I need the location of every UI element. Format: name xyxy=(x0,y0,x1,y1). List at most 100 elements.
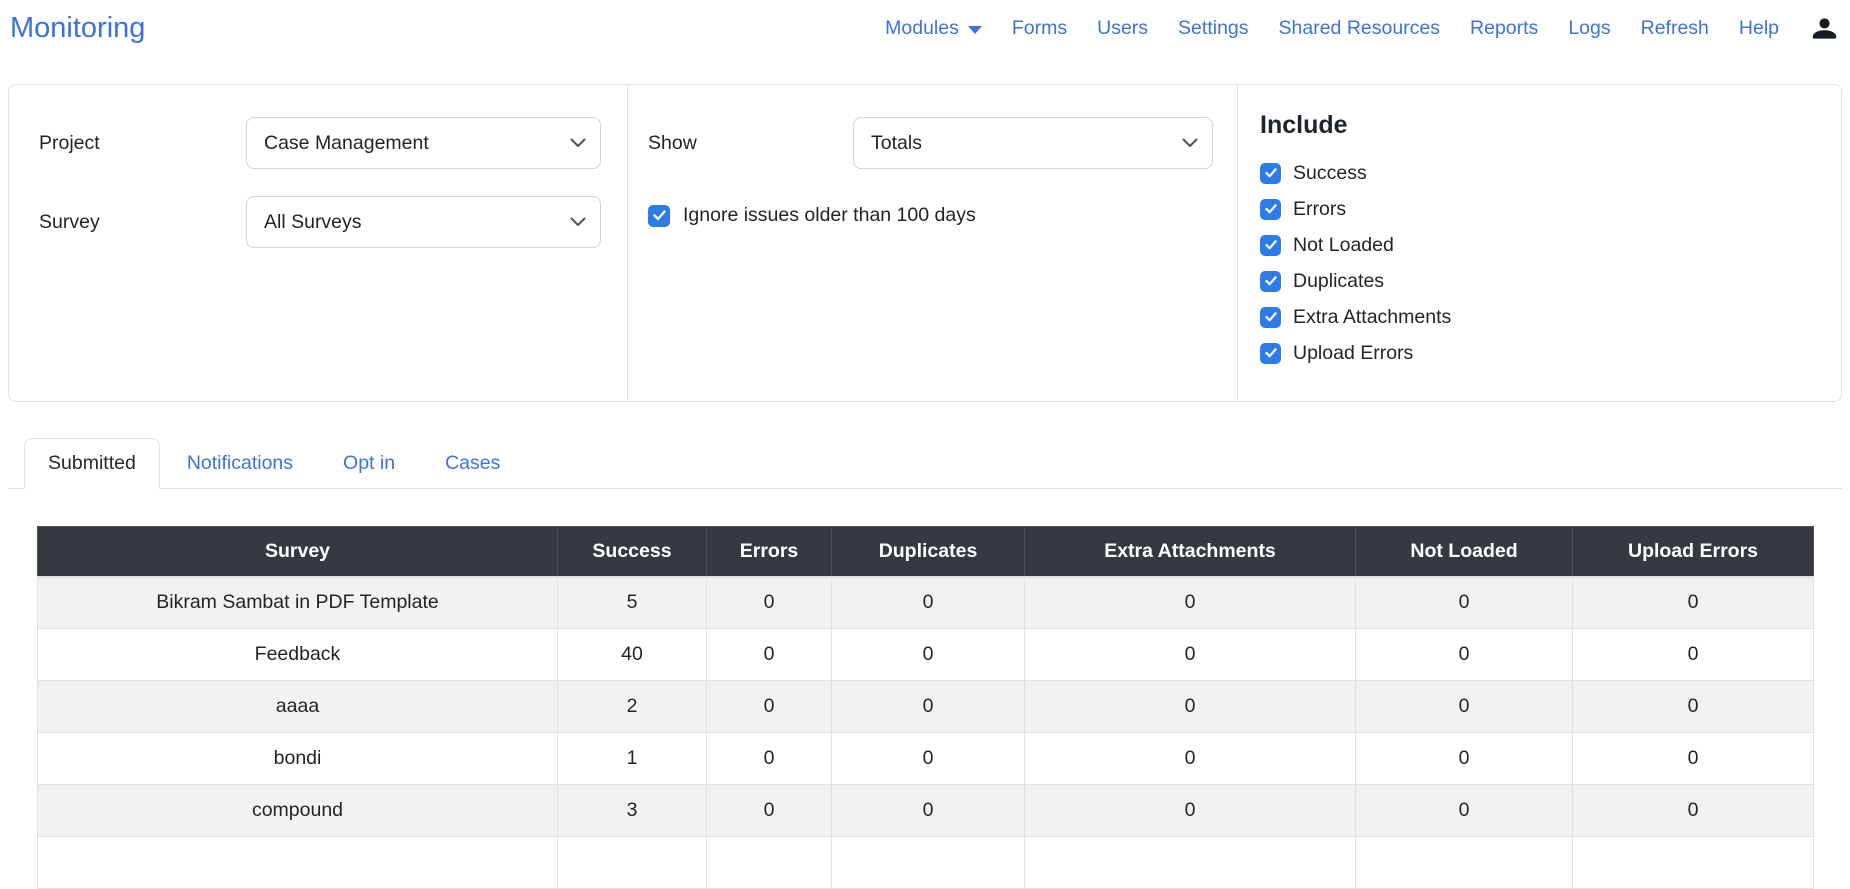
nav-link-refresh[interactable]: Refresh xyxy=(1641,17,1709,40)
table-cell: 0 xyxy=(706,628,832,681)
table-row xyxy=(37,836,1814,889)
include-option-errors: Errors xyxy=(1260,191,1841,227)
show-select[interactable]: Totals xyxy=(853,117,1213,169)
table-row-aaaa: aaaa 2 0 0 0 0 0 xyxy=(37,680,1814,733)
include-option-extra-attachments: Extra Attachments xyxy=(1260,299,1841,335)
survey-label: Survey xyxy=(39,210,100,233)
check-icon xyxy=(1264,312,1277,322)
include-label-success: Success xyxy=(1293,161,1367,184)
table-cell: 0 xyxy=(1572,680,1814,733)
table-cell: 40 xyxy=(557,628,707,681)
table-cell xyxy=(1355,836,1573,889)
table-cell: compound xyxy=(37,784,558,837)
table-cell xyxy=(37,836,558,889)
ignore-issues-row: Ignore issues older than 100 days xyxy=(648,204,1217,227)
column-header-duplicates: Duplicates xyxy=(831,526,1025,578)
person-icon[interactable] xyxy=(1811,15,1838,42)
brand-link[interactable]: Monitoring xyxy=(10,13,145,43)
table-cell: 0 xyxy=(1024,784,1356,837)
table-cell: 0 xyxy=(1355,784,1573,837)
table-cell: 0 xyxy=(1024,576,1356,629)
column-header-errors: Errors xyxy=(706,526,832,578)
table-cell: 0 xyxy=(1572,732,1814,785)
include-checkbox-duplicates[interactable] xyxy=(1260,270,1281,292)
table-cell: 0 xyxy=(1355,576,1573,629)
top-bar: Monitoring Modules Forms Users Settings Shar… xyxy=(0,0,1850,56)
check-icon xyxy=(1264,168,1277,178)
table-cell: 0 xyxy=(831,628,1025,681)
tab-opt-in[interactable]: Opt in xyxy=(320,439,418,488)
column-header-upload-errors: Upload Errors xyxy=(1572,526,1814,578)
include-label-duplicates: Duplicates xyxy=(1293,269,1385,292)
table-row-bikram-sambat-in-pdf-template: Bikram Sambat in PDF Template 5 0 0 0 0 0 xyxy=(37,576,1814,629)
include-option-duplicates: Duplicates xyxy=(1260,263,1841,299)
filter-panel: Project Case Management Survey All Surve… xyxy=(8,84,1842,402)
include-checkbox-upload-errors[interactable] xyxy=(1260,342,1281,364)
tab-bar: Submitted Notifications Opt in Cases xyxy=(8,438,1842,489)
nav-link-reports[interactable]: Reports xyxy=(1470,17,1538,40)
table-cell: 0 xyxy=(706,784,832,837)
ignore-issues-checkbox[interactable] xyxy=(648,204,670,227)
include-options: Success Errors Not Loaded Duplicates Extra A… xyxy=(1260,155,1841,371)
table-cell: aaaa xyxy=(37,680,558,733)
project-select[interactable]: Case Management xyxy=(246,117,601,169)
survey-select[interactable]: All Surveys xyxy=(246,196,601,248)
tab-submitted[interactable]: Submitted xyxy=(24,438,160,489)
table-cell: 0 xyxy=(1572,576,1814,629)
project-label: Project xyxy=(39,131,100,154)
table-row-feedback: Feedback 40 0 0 0 0 0 xyxy=(37,628,1814,681)
results-table: Survey Success Errors Duplicates Extra Attac… xyxy=(37,526,1814,889)
show-select-wrap: Totals xyxy=(853,117,1213,169)
project-select-wrap: Case Management xyxy=(246,117,601,169)
table-cell: 0 xyxy=(1024,628,1356,681)
filter-column-include: Include Success Errors Not Loaded Duplicate… xyxy=(1238,85,1841,401)
check-icon xyxy=(652,210,666,221)
table-header-row: Survey Success Errors Duplicates Extra Attac… xyxy=(37,526,1814,578)
show-label: Show xyxy=(648,131,697,154)
include-option-upload-errors: Upload Errors xyxy=(1260,335,1841,371)
nav-link-forms[interactable]: Forms xyxy=(1012,17,1067,40)
include-heading: Include xyxy=(1260,111,1348,139)
table-cell: 3 xyxy=(557,784,707,837)
table-cell: 0 xyxy=(1355,732,1573,785)
filter-column-project: Project Case Management Survey All Surve… xyxy=(9,85,628,401)
table-cell: 0 xyxy=(831,576,1025,629)
tab-notifications[interactable]: Notifications xyxy=(164,439,316,488)
include-label-extra-attachments: Extra Attachments xyxy=(1293,305,1452,328)
include-label-upload-errors: Upload Errors xyxy=(1293,341,1414,364)
table-cell: 1 xyxy=(557,732,707,785)
table-cell: 0 xyxy=(1024,732,1356,785)
include-option-not-loaded: Not Loaded xyxy=(1260,227,1841,263)
table-cell xyxy=(1024,836,1356,889)
check-icon xyxy=(1264,276,1277,286)
column-header-success: Success xyxy=(557,526,707,578)
table-cell: 0 xyxy=(1024,680,1356,733)
page: Monitoring Modules Forms Users Settings Shar… xyxy=(0,0,1850,889)
table-cell: bondi xyxy=(37,732,558,785)
include-checkbox-not-loaded[interactable] xyxy=(1260,234,1281,256)
nav-link-users[interactable]: Users xyxy=(1097,17,1148,40)
table-cell xyxy=(831,836,1025,889)
nav-link-shared-resources[interactable]: Shared Resources xyxy=(1279,17,1441,40)
nav-link-logs[interactable]: Logs xyxy=(1568,17,1610,40)
include-checkbox-success[interactable] xyxy=(1260,162,1281,184)
top-nav-links: Modules Forms Users Settings Shared Resource… xyxy=(885,15,1840,42)
include-checkbox-errors[interactable] xyxy=(1260,198,1281,220)
tab-cases[interactable]: Cases xyxy=(422,439,523,488)
nav-link-help[interactable]: Help xyxy=(1739,17,1779,40)
table-row-compound: compound 3 0 0 0 0 0 xyxy=(37,784,1814,837)
column-header-survey: Survey xyxy=(37,526,558,578)
check-icon xyxy=(1264,348,1277,358)
include-checkbox-extra-attachments[interactable] xyxy=(1260,306,1281,328)
nav-link-settings[interactable]: Settings xyxy=(1178,17,1248,40)
include-option-success: Success xyxy=(1260,155,1841,191)
table-cell: 0 xyxy=(1572,784,1814,837)
nav-link-modules[interactable]: Modules xyxy=(885,17,982,40)
check-icon xyxy=(1264,240,1277,250)
column-header-not-loaded: Not Loaded xyxy=(1355,526,1573,578)
filter-column-show: Show Totals Ignore issues older than 100… xyxy=(628,85,1238,401)
table-cell xyxy=(706,836,832,889)
column-header-extra-attachments: Extra Attachments xyxy=(1024,526,1356,578)
check-icon xyxy=(1264,204,1277,214)
table-cell: 5 xyxy=(557,576,707,629)
